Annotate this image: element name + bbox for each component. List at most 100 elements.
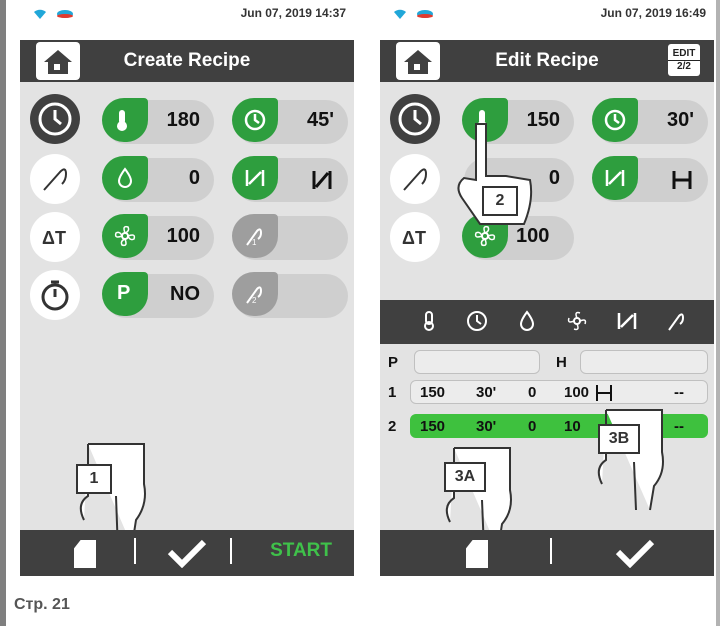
cell-temp: 150 bbox=[420, 418, 446, 435]
fan-value: 100 bbox=[166, 225, 200, 247]
edit-step-badge[interactable]: EDIT 2/2 bbox=[668, 44, 700, 76]
clock-icon bbox=[398, 102, 432, 136]
valve-closed-icon bbox=[596, 385, 612, 401]
probe-mode-button[interactable] bbox=[390, 154, 440, 204]
cloud-icon bbox=[417, 10, 433, 18]
preheat-p-field[interactable] bbox=[414, 350, 540, 374]
valve-icon bbox=[617, 313, 637, 329]
timer-icon bbox=[232, 98, 278, 142]
divider bbox=[550, 538, 552, 564]
settings-row: 150 30' bbox=[380, 90, 714, 148]
valve-open-icon bbox=[312, 171, 332, 189]
probe-icon bbox=[403, 168, 428, 191]
delta-t-button[interactable]: ΔT bbox=[390, 212, 440, 262]
settings-row: 0 bbox=[380, 148, 714, 206]
time-value: 30' bbox=[666, 109, 694, 131]
preheat-icon: P bbox=[102, 272, 148, 316]
mode-clock-button[interactable] bbox=[390, 94, 440, 144]
valve-icon bbox=[232, 156, 278, 200]
callout-2: 2 bbox=[482, 186, 518, 216]
preheat-h-field[interactable] bbox=[580, 350, 708, 374]
divider bbox=[134, 538, 136, 564]
preheat-letter: P bbox=[117, 282, 131, 304]
status-bar: Jun 07, 2019 14:37 bbox=[20, 4, 354, 40]
cell-time: 30' bbox=[476, 418, 497, 435]
edit-badge-label: EDIT bbox=[672, 48, 696, 59]
svg-text:2: 2 bbox=[252, 296, 257, 305]
thermometer-icon bbox=[102, 98, 148, 142]
row-label-p: P bbox=[388, 354, 399, 371]
humidity-drop-icon bbox=[102, 156, 148, 200]
check-icon[interactable] bbox=[164, 538, 208, 568]
edit-badge-step: 2/2 bbox=[668, 60, 700, 73]
title-bar: Edit Recipe EDIT 2/2 bbox=[380, 40, 714, 82]
thermometer-icon bbox=[424, 311, 434, 331]
page-title: Create Recipe bbox=[123, 50, 251, 71]
cell-time: 30' bbox=[476, 384, 497, 401]
mode-clock-button[interactable] bbox=[30, 94, 80, 144]
delta-t-icon: ΔT bbox=[402, 228, 426, 248]
save-file-button[interactable] bbox=[74, 540, 96, 568]
page-caption: Стр. 21 bbox=[14, 596, 70, 613]
row-index: 2 bbox=[388, 418, 397, 435]
time-value: 45' bbox=[306, 109, 334, 131]
check-icon[interactable] bbox=[612, 538, 656, 568]
timer-mode-button[interactable] bbox=[30, 270, 80, 320]
delta-t-icon: ΔT bbox=[42, 228, 66, 248]
settings-row: ΔT 100 bbox=[380, 206, 714, 264]
page-title: Edit Recipe bbox=[495, 50, 599, 71]
row-label-h: H bbox=[556, 354, 567, 371]
stopwatch-icon bbox=[41, 280, 69, 311]
fan-icon bbox=[102, 214, 148, 258]
start-button[interactable]: START bbox=[270, 540, 332, 562]
fan-icon bbox=[567, 311, 587, 331]
humidity-value: 0 bbox=[188, 167, 200, 189]
title-bar: Create Recipe bbox=[20, 40, 354, 82]
cloud-icon bbox=[57, 10, 73, 18]
save-file-button[interactable] bbox=[466, 540, 488, 568]
callout-1: 1 bbox=[76, 464, 112, 494]
cell-fan: 100 bbox=[564, 384, 590, 401]
probe-icon bbox=[668, 313, 685, 331]
hand-pointer-icon bbox=[597, 409, 664, 511]
row-index: 1 bbox=[388, 384, 397, 401]
bottom-toolbar: START bbox=[20, 530, 354, 576]
preheat-value: NO bbox=[170, 283, 200, 305]
svg-text:1: 1 bbox=[252, 238, 257, 247]
cell-temp: 150 bbox=[420, 384, 446, 401]
humidity-value: 0 bbox=[548, 167, 560, 189]
clock-icon bbox=[467, 311, 487, 331]
temperature-value: 180 bbox=[166, 109, 200, 131]
probe-mode-button[interactable] bbox=[30, 154, 80, 204]
delta-t-button[interactable]: ΔT bbox=[30, 212, 80, 262]
valve-icon bbox=[592, 156, 638, 200]
cell-fan: 10 bbox=[564, 418, 581, 435]
callout-3b: 3B bbox=[598, 424, 640, 454]
bottom-toolbar bbox=[380, 530, 714, 576]
row-box bbox=[410, 380, 708, 404]
timer-icon bbox=[592, 98, 638, 142]
probe-1-icon: 1 bbox=[232, 214, 278, 258]
date-time: Jun 07, 2019 16:49 bbox=[600, 6, 706, 20]
probe-icon bbox=[43, 168, 68, 191]
settings-row: 0 bbox=[20, 148, 354, 206]
steps-table-header bbox=[380, 300, 714, 344]
cell-probe: -- bbox=[674, 384, 684, 401]
valve-closed-icon bbox=[672, 171, 692, 189]
cell-humidity: 0 bbox=[528, 418, 537, 435]
settings-row: ΔT 100 1 bbox=[20, 206, 354, 264]
humidity-drop-icon bbox=[519, 310, 535, 331]
edit-recipe-screen: Jun 07, 2019 16:49 Edit Recipe EDIT 2/2 … bbox=[380, 4, 714, 576]
cell-humidity: 0 bbox=[528, 384, 537, 401]
wifi-icon bbox=[34, 9, 46, 19]
status-bar: Jun 07, 2019 16:49 bbox=[380, 4, 714, 40]
create-recipe-screen: Jun 07, 2019 14:37 Create Recipe 180 45'… bbox=[20, 4, 354, 576]
callout-3a: 3A bbox=[444, 462, 486, 492]
probe-2-icon: 2 bbox=[232, 272, 278, 316]
date-time: Jun 07, 2019 14:37 bbox=[240, 6, 346, 20]
divider bbox=[230, 538, 232, 564]
settings-row: NO P 2 bbox=[20, 264, 354, 322]
settings-row: 180 45' bbox=[20, 90, 354, 148]
svg-text:ΔT: ΔT bbox=[402, 228, 426, 248]
svg-text:ΔT: ΔT bbox=[42, 228, 66, 248]
